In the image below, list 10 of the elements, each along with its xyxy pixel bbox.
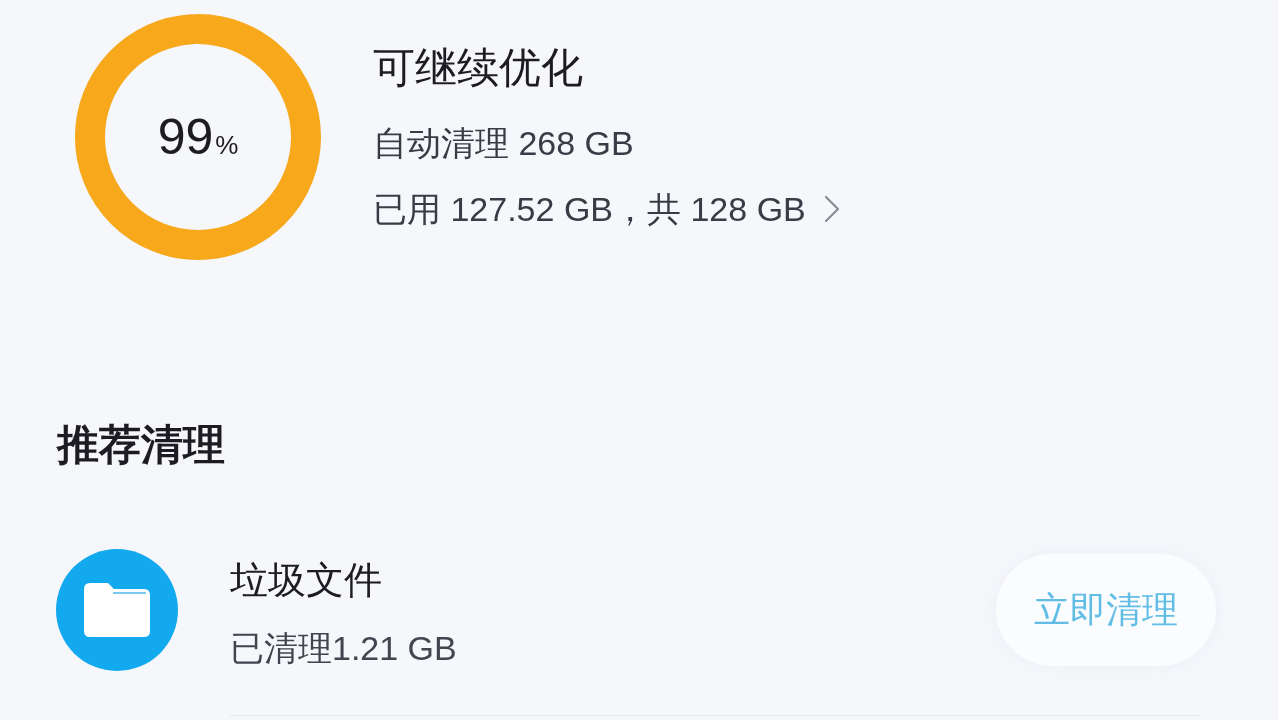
auto-clean-text: 自动清理 268 GB: [373, 123, 634, 164]
status-title: 可继续优化: [373, 43, 583, 93]
storage-usage-text: 已用 127.52 GB，共 128 GB: [373, 189, 806, 230]
item-subtitle: 已清理1.21 GB: [230, 628, 457, 669]
section-title: 推荐清理: [57, 420, 225, 470]
item-title: 垃圾文件: [230, 558, 382, 603]
percent-label: 99%: [157, 112, 239, 162]
clean-now-button[interactable]: 立即清理: [996, 554, 1216, 666]
folder-icon: [56, 549, 178, 671]
chevron-right-icon[interactable]: [823, 195, 840, 223]
